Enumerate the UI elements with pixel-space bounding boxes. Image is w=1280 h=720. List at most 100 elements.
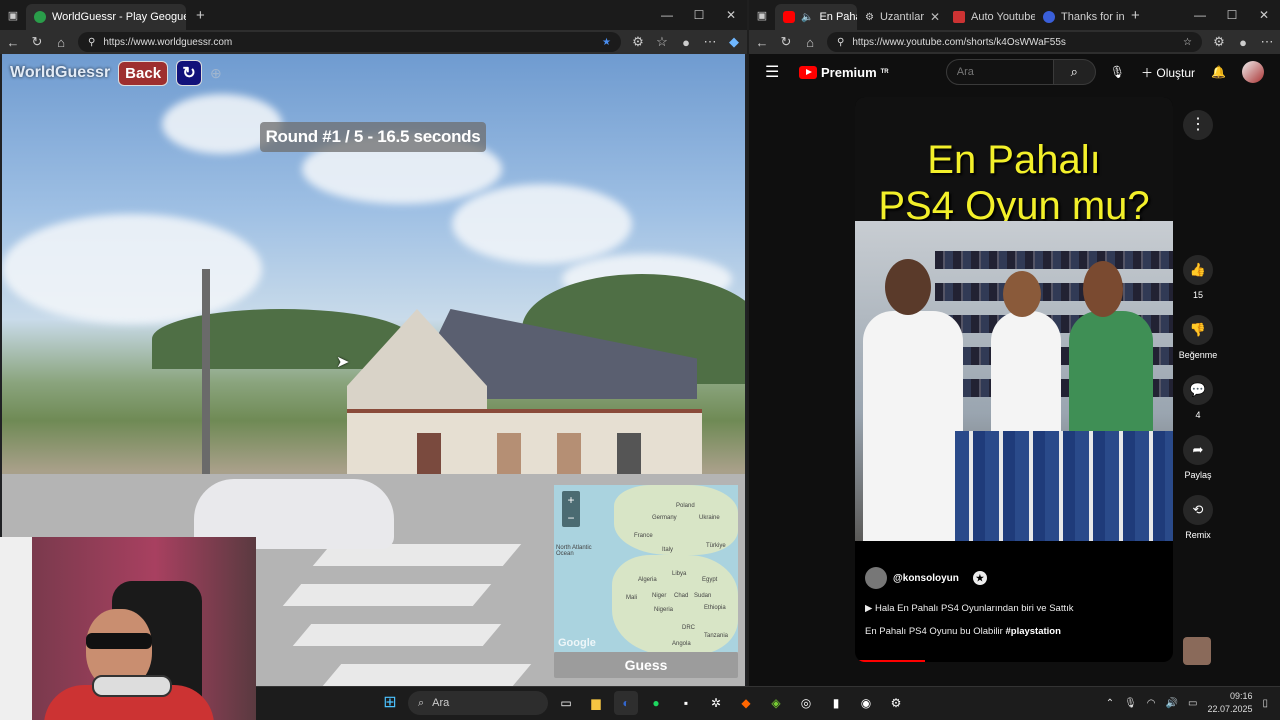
site-info-icon[interactable]: ⚲ <box>88 37 95 48</box>
like-button[interactable]: 👍 <box>1183 255 1213 285</box>
more-menu-icon[interactable]: ⋯ <box>703 34 717 50</box>
home-icon[interactable]: ⌂ <box>803 35 817 50</box>
person-middle-head <box>1003 271 1041 317</box>
url-field[interactable]: ⚲ https://www.worldguessr.com ★ <box>78 32 621 52</box>
speaker-icon[interactable]: 🔈 <box>801 12 813 23</box>
dislike-button[interactable]: 👎 <box>1183 315 1213 345</box>
notifications-bell-icon[interactable]: 🔔 <box>1211 65 1226 79</box>
spotify-icon[interactable]: ● <box>644 691 668 715</box>
window-menu-icon[interactable]: ▣ <box>749 9 775 22</box>
channel-avatar[interactable] <box>865 567 887 589</box>
chevron-up-icon[interactable]: ⌃ <box>1106 698 1114 709</box>
minimize-icon[interactable]: — <box>1184 8 1216 22</box>
profile-avatar-icon[interactable]: ● <box>1236 35 1250 50</box>
profile-avatar-icon[interactable]: ● <box>679 35 693 50</box>
channel-name[interactable]: @konsoloyun <box>893 573 959 584</box>
webcam-overlay <box>0 537 256 720</box>
zoom-out-button[interactable]: − <box>562 509 580 527</box>
obs-icon[interactable]: ◉ <box>854 691 878 715</box>
share-button[interactable]: ➦ <box>1183 435 1213 465</box>
site-info-icon[interactable]: ⚲ <box>837 37 844 48</box>
close-window-icon[interactable]: ✕ <box>715 8 747 22</box>
reload-location-icon[interactable]: ↻ <box>176 60 203 86</box>
microphone-icon[interactable]: 🎙 <box>1124 698 1137 709</box>
worldguessr-logo: WorldGuessr <box>10 64 111 81</box>
capcut-icon[interactable]: ▪ <box>674 691 698 715</box>
tab-extensions[interactable]: ⚙ Uzantılar ✕ <box>857 4 945 30</box>
taskbar-search[interactable]: ⌕ Ara <box>408 691 548 715</box>
tab-youtube-short[interactable]: 🔈 En Paha ✕ <box>775 4 857 30</box>
tab-label: Auto Youtube <box>971 11 1035 23</box>
more-options-icon[interactable]: ⋮ <box>1183 110 1213 140</box>
hashtag-link[interactable]: #playstation <box>1005 626 1060 637</box>
notification-icon[interactable]: ▯ <box>1262 698 1268 709</box>
sound-thumbnail[interactable] <box>1183 637 1211 665</box>
shorts-player[interactable]: En Pahalı PS4 Oyun mu? @konsoloyun ★ ▶ H… <box>855 97 1173 662</box>
zoom-in-button[interactable]: + <box>562 491 580 509</box>
short-subtitle: Hala En Pahalı PS4 Oyunlarından biri ve … <box>874 603 1074 614</box>
map-label: Algeria <box>638 577 657 583</box>
extensions-icon[interactable]: ⚙ <box>1212 34 1226 50</box>
zoom-toggle-icon[interactable]: ⊕ <box>210 65 222 82</box>
back-arrow-icon[interactable]: ← <box>755 35 769 50</box>
refresh-icon[interactable]: ↻ <box>779 34 793 50</box>
refresh-icon[interactable]: ↻ <box>30 34 44 50</box>
more-menu-icon[interactable]: ⋯ <box>1260 34 1274 50</box>
battery-icon[interactable]: ▭ <box>1188 698 1197 709</box>
search-icon[interactable]: ⌕ <box>1053 59 1096 85</box>
brave-icon[interactable]: ◆ <box>734 691 758 715</box>
favorite-star-icon[interactable]: ★ <box>602 37 611 48</box>
collections-icon[interactable]: ☆ <box>655 34 669 50</box>
system-tray: ⌃ 🎙 ◠ 🔊 ▭ 09:16 22.07.2025 ▯ <box>1106 690 1268 716</box>
create-button[interactable]: ＋ Oluştur <box>1141 64 1195 81</box>
back-button[interactable]: Back <box>118 60 169 86</box>
microphone-icon[interactable]: 🎙 <box>1110 65 1125 79</box>
android-studio-icon[interactable]: ◈ <box>764 691 788 715</box>
comments-button[interactable]: 💬 <box>1183 375 1213 405</box>
file-explorer-icon[interactable]: ▆ <box>584 691 608 715</box>
extensions-icon[interactable]: ⚙ <box>631 34 645 50</box>
person-left <box>863 311 963 541</box>
minimize-icon[interactable]: — <box>651 8 683 22</box>
volume-icon[interactable]: 🔊 <box>1166 698 1178 709</box>
clock-time: 09:16 <box>1229 691 1253 701</box>
video-progress-bar[interactable] <box>859 660 925 662</box>
thumbs-down-icon: 👎 <box>1189 322 1207 337</box>
hamburger-menu-icon[interactable]: ☰ <box>765 62 785 82</box>
clock[interactable]: 09:16 22.07.2025 <box>1207 690 1252 716</box>
wifi-icon[interactable]: ◠ <box>1147 698 1156 709</box>
maximize-icon[interactable]: ☐ <box>1216 8 1248 22</box>
favorite-star-icon[interactable]: ☆ <box>1183 37 1192 48</box>
guess-button[interactable]: Guess <box>554 652 738 678</box>
back-arrow-icon[interactable]: ← <box>6 35 20 50</box>
settings-gear-icon[interactable]: ⚙ <box>884 691 908 715</box>
remix-button[interactable]: ⟲ <box>1183 495 1213 525</box>
new-tab-icon[interactable]: + <box>1131 7 1140 24</box>
address-bar-row: ← ↻ ⌂ ⚲ https://www.youtube.com/shorts/k… <box>749 30 1280 54</box>
epic-tool-icon[interactable]: ✲ <box>704 691 728 715</box>
youtube-premium-logo[interactable]: Premium TR <box>799 65 889 80</box>
close-window-icon[interactable]: ✕ <box>1248 8 1280 22</box>
tab-auto-youtube[interactable]: Auto Youtube ✕ <box>945 4 1035 30</box>
task-view-icon[interactable]: ▭ <box>554 691 578 715</box>
url-field[interactable]: ⚲ https://www.youtube.com/shorts/k4OsWWa… <box>827 32 1202 52</box>
new-tab-icon[interactable]: + <box>196 7 205 24</box>
epic-games-icon[interactable]: ▮ <box>824 691 848 715</box>
edge-browser-icon[interactable]: ◐ <box>614 691 638 715</box>
steam-icon[interactable]: ◎ <box>794 691 818 715</box>
tab-worldguessr[interactable]: WorldGuessr - Play Geoguessr fo ✕ <box>26 4 186 30</box>
guess-minimap[interactable]: + − Poland Germany Ukraine France Italy … <box>554 485 738 652</box>
copilot-icon[interactable]: ◆ <box>727 34 741 50</box>
short-subtitle-row[interactable]: ▶ Hala En Pahalı PS4 Oyunlarından biri v… <box>865 603 1163 614</box>
close-tab-icon[interactable]: ✕ <box>930 10 940 24</box>
avatar[interactable] <box>1242 61 1264 83</box>
tab-thanks[interactable]: Thanks for in ✕ <box>1035 4 1125 30</box>
home-icon[interactable]: ⌂ <box>54 35 68 50</box>
search-input[interactable] <box>945 59 1054 85</box>
window-controls: — ☐ ✕ <box>651 0 747 30</box>
windows-start-icon[interactable]: ⊞ <box>378 691 402 715</box>
thanks-favicon-icon <box>1043 11 1055 23</box>
map-label: Niger <box>652 593 667 599</box>
maximize-icon[interactable]: ☐ <box>683 8 715 22</box>
window-menu-icon[interactable]: ▣ <box>0 9 26 22</box>
